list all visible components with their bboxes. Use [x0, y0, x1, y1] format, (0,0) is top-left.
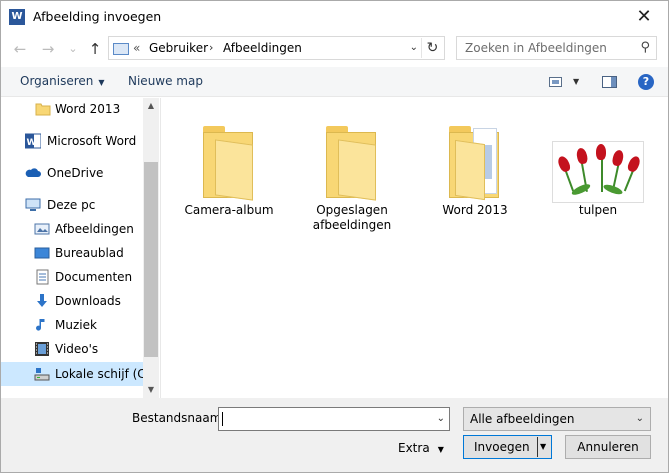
split-divider — [537, 437, 538, 457]
sidebar-item-afbeeldingen[interactable]: Afbeeldingen — [1, 218, 143, 240]
close-button[interactable]: ✕ — [632, 5, 656, 29]
file-item-label: Opgeslagen afbeeldingen — [312, 203, 392, 232]
sidebar-item-label: Word 2013 — [55, 102, 121, 116]
documents-icon — [36, 269, 49, 285]
desktop-icon — [34, 247, 50, 259]
tools-label: Extra — [398, 441, 430, 455]
chevron-down-icon: ⌄ — [635, 413, 644, 424]
organize-label: Organiseren — [20, 74, 94, 88]
sidebar-item-label: Downloads — [55, 294, 121, 308]
file-list: Camera-album Opgeslagen afbeeldingen Wor… — [160, 98, 668, 398]
navigation-pane: Word 2013 W Microsoft Word OneDrive Deze… — [1, 98, 159, 398]
dialog-footer: Bestandsnaam: ⌄ Alle afbeeldingen ⌄ Extr… — [1, 398, 668, 472]
breadcrumb-separator[interactable]: › — [209, 41, 213, 54]
search-placeholder: Zoeken in Afbeeldingen — [465, 41, 607, 55]
navigation-bar: ← → ⌄ ↑ « Gebruiker › Afbeeldingen ⌄ ↻ Z… — [1, 33, 668, 65]
sidebar-item-label: Afbeeldingen — [55, 222, 134, 236]
pictures-icon — [34, 223, 50, 235]
sidebar-item-label: Documenten — [55, 270, 133, 284]
sidebar-item-label: Muziek — [55, 318, 97, 332]
file-item-label: Word 2013 — [442, 203, 508, 217]
address-bar[interactable]: « Gebruiker › Afbeeldingen ⌄ ↻ — [108, 36, 445, 60]
sidebar-item-muziek[interactable]: Muziek — [1, 314, 143, 336]
chevron-down-icon: ▼ — [98, 78, 105, 87]
folder-icon — [189, 114, 269, 204]
insert-button[interactable]: Invoegen ▼ — [463, 435, 552, 459]
search-box[interactable]: Zoeken in Afbeeldingen ⚲ — [456, 36, 657, 60]
file-item-label: tulpen — [578, 203, 618, 217]
cancel-button[interactable]: Annuleren — [565, 435, 651, 459]
filename-dropdown-icon[interactable]: ⌄ — [437, 413, 445, 424]
scroll-down-icon[interactable]: ▼ — [143, 382, 159, 398]
pictures-location-icon — [113, 43, 129, 55]
sidebar-item-videos[interactable]: Video's — [1, 338, 143, 360]
sidebar-item-bureaublad[interactable]: Bureaublad — [1, 242, 143, 264]
sidebar-item-label: Deze pc — [47, 198, 96, 212]
cloud-icon — [25, 168, 41, 177]
computer-icon — [25, 198, 41, 211]
folder-icon — [35, 103, 51, 116]
back-icon[interactable]: ← — [11, 40, 29, 58]
sidebar-item-lokale-schijf[interactable]: Lokale schijf (C:) — [1, 362, 154, 386]
sidebar-item-deze-pc[interactable]: Deze pc — [1, 194, 143, 216]
tools-button[interactable]: Extra ▼ — [398, 441, 444, 455]
word-icon: W — [25, 133, 41, 149]
up-icon[interactable]: ↑ — [86, 40, 104, 58]
file-item-tulpen[interactable]: tulpen — [538, 110, 658, 250]
filename-label: Bestandsnaam: — [132, 411, 226, 425]
change-view-icon[interactable] — [549, 77, 562, 87]
address-dropdown-icon[interactable]: ⌄ — [410, 42, 418, 53]
insert-label: Invoegen — [474, 440, 530, 454]
organize-button[interactable]: Organiseren ▼ — [20, 74, 105, 88]
sidebar-item-onedrive[interactable]: OneDrive — [1, 162, 143, 184]
sidebar-item-word-2013[interactable]: Word 2013 — [1, 98, 143, 120]
sidebar-item-microsoft-word[interactable]: W Microsoft Word — [1, 130, 143, 152]
music-icon — [36, 319, 45, 331]
folder-with-documents-icon — [435, 114, 515, 204]
chevron-down-icon: ▼ — [437, 445, 444, 454]
insert-picture-dialog: W Afbeelding invoegen ✕ ← → ⌄ ↑ « Gebrui… — [0, 0, 669, 473]
view-options-chevron-icon[interactable]: ▼ — [573, 77, 579, 86]
command-bar: Organiseren ▼ Nieuwe map ▼ ? — [1, 67, 668, 97]
help-icon[interactable]: ? — [638, 74, 654, 90]
text-cursor — [222, 412, 223, 426]
search-icon[interactable]: ⚲ — [640, 40, 650, 55]
breadcrumb-afbeeldingen[interactable]: Afbeeldingen — [223, 41, 302, 55]
file-item-opgeslagen-afbeeldingen[interactable]: Opgeslagen afbeeldingen — [292, 110, 412, 250]
sidebar-scrollbar[interactable]: ▲ ▼ — [143, 98, 159, 398]
folder-icon — [312, 114, 392, 204]
file-type-value: Alle afbeeldingen — [470, 412, 575, 426]
file-item-word-2013[interactable]: Word 2013 — [415, 110, 535, 250]
sidebar-item-label: Bureaublad — [55, 246, 124, 260]
recent-locations-icon[interactable]: ⌄ — [64, 42, 82, 55]
sidebar-item-downloads[interactable]: Downloads — [1, 290, 143, 312]
scroll-up-icon[interactable]: ▲ — [143, 98, 159, 114]
new-folder-button[interactable]: Nieuwe map — [128, 74, 203, 88]
sidebar-item-label: OneDrive — [47, 166, 104, 180]
svg-text:W: W — [27, 138, 37, 148]
sidebar-item-label: Lokale schijf (C:) — [55, 367, 155, 381]
insert-options-chevron-icon[interactable]: ▼ — [540, 436, 546, 458]
sidebar-item-label: Video's — [55, 342, 99, 356]
refresh-icon[interactable]: ↻ — [421, 38, 443, 58]
title-bar: W Afbeelding invoegen ✕ — [1, 1, 668, 33]
tulips-thumbnail-image — [553, 142, 643, 202]
file-item-label: Camera-album — [184, 203, 274, 217]
preview-pane-icon[interactable] — [602, 76, 617, 88]
file-item-camera-album[interactable]: Camera-album — [169, 110, 289, 250]
video-icon — [35, 342, 49, 356]
drive-icon — [34, 368, 50, 381]
word-app-icon: W — [9, 9, 25, 25]
filename-input[interactable]: ⌄ — [218, 407, 450, 431]
file-type-select[interactable]: Alle afbeeldingen ⌄ — [463, 407, 651, 431]
scrollbar-thumb[interactable] — [144, 162, 158, 357]
sidebar-item-documenten[interactable]: Documenten — [1, 266, 143, 288]
breadcrumb-gebruiker[interactable]: Gebruiker — [149, 41, 208, 55]
forward-icon[interactable]: → — [39, 40, 57, 58]
dialog-title: Afbeelding invoegen — [33, 9, 162, 24]
sidebar-item-label: Microsoft Word — [47, 134, 137, 148]
breadcrumb-overflow[interactable]: « — [133, 41, 140, 55]
download-icon — [37, 294, 47, 307]
